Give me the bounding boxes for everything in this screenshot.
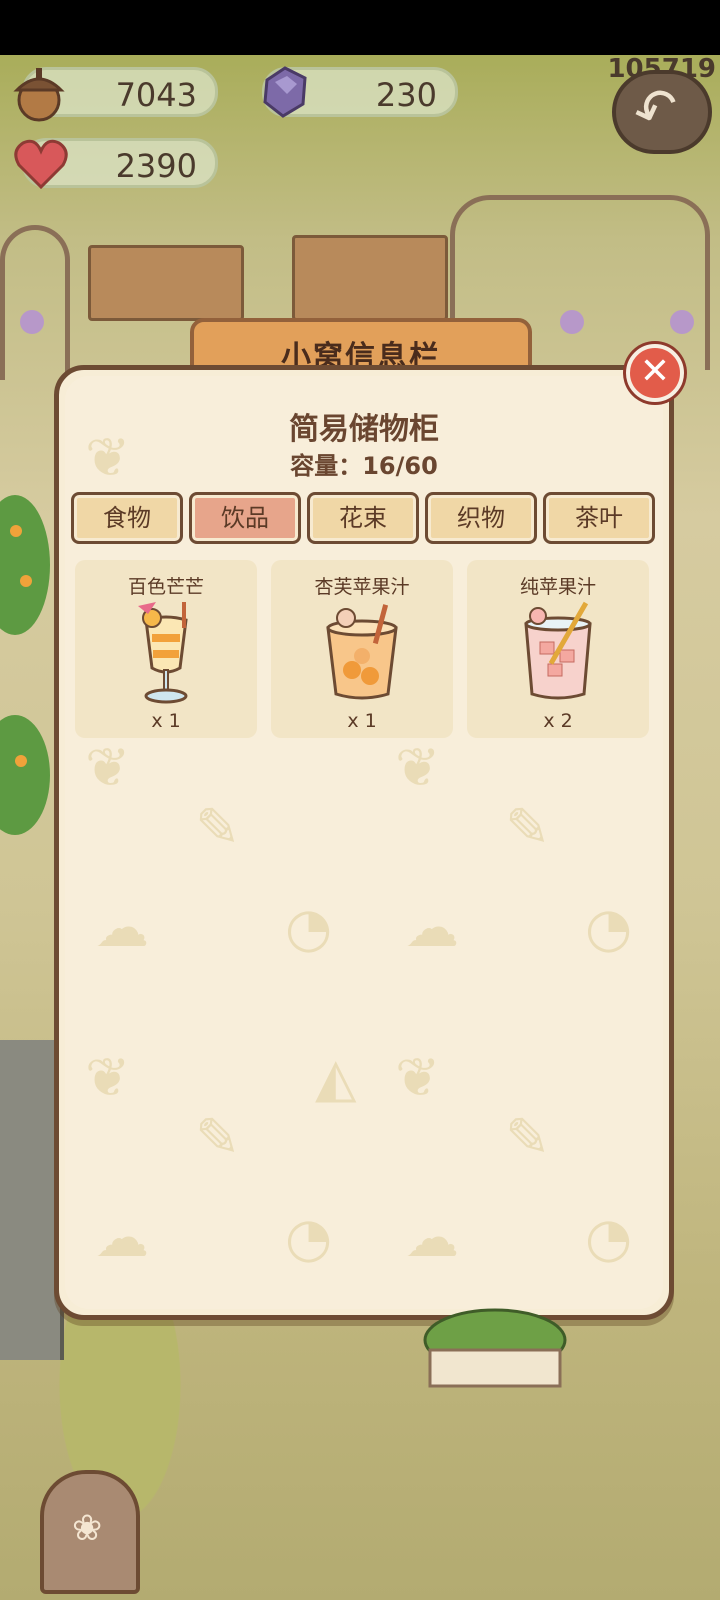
flower bbox=[670, 310, 694, 334]
item-name: 杏芙苹果汁 bbox=[314, 576, 410, 598]
apricot-apple-juice-icon bbox=[326, 604, 398, 700]
capacity-label: 容量：16/60 bbox=[290, 452, 438, 480]
orange-fruit bbox=[15, 755, 27, 767]
acorn-count: 7043 bbox=[115, 76, 197, 114]
tab-bouquets[interactable]: 花束 bbox=[307, 492, 419, 544]
mango-parfait-drink-icon bbox=[138, 602, 188, 704]
orange-fruit bbox=[10, 525, 22, 537]
gem-counter[interactable]: 230 bbox=[262, 66, 458, 118]
orange-tree bbox=[0, 715, 50, 835]
item-name: 百色芒芒 bbox=[127, 576, 204, 598]
leaf-icon: ❦ bbox=[395, 736, 441, 799]
acorn-icon bbox=[13, 68, 65, 122]
leaf-icon: ❦ bbox=[85, 736, 131, 799]
lemon-icon: ◔ bbox=[285, 1206, 333, 1269]
gem-icon bbox=[263, 66, 307, 118]
pure-apple-juice-icon bbox=[524, 601, 592, 700]
heart-counter[interactable]: 2390 bbox=[14, 138, 218, 190]
tab-label: 食物 bbox=[103, 504, 151, 532]
flower bbox=[20, 310, 44, 334]
heart-icon bbox=[14, 139, 68, 190]
cloud-icon: ☁ bbox=[95, 1206, 149, 1269]
leaf-icon: ❦ bbox=[85, 1046, 131, 1109]
cloud-icon: ☁ bbox=[405, 896, 459, 959]
orange-tree bbox=[0, 495, 50, 635]
tab-tea[interactable]: 茶叶 bbox=[543, 492, 655, 544]
acorn-counter[interactable]: 7043 bbox=[13, 67, 218, 122]
flower bbox=[560, 310, 584, 334]
lemon-icon: ◔ bbox=[585, 896, 633, 959]
item-quantity: x 1 bbox=[151, 710, 181, 732]
panel-inner: ❦ ❦ ❦ ✎ ✎ ☁ ◔ ☁ ◔ ❦ ◭ ❦ ✎ ✎ ☁ ◔ ☁ ◔ 简易储物… bbox=[65, 376, 663, 1309]
tab-label: 茶叶 bbox=[575, 504, 623, 532]
tab-drinks[interactable]: 饮品 bbox=[189, 492, 301, 544]
storage-panel: ❦ ❦ ❦ ✎ ✎ ☁ ◔ ☁ ◔ ❦ ◭ ❦ ✎ ✎ ☁ ◔ ☁ ◔ 简易储物… bbox=[54, 365, 674, 1320]
item-card[interactable]: 纯苹果汁 x 2 bbox=[467, 560, 649, 738]
carrot-icon: ✎ bbox=[505, 1106, 551, 1169]
tab-fabrics[interactable]: 织物 bbox=[425, 492, 537, 544]
status-bar bbox=[0, 0, 720, 55]
return-arrow-icon: ↶ bbox=[624, 72, 689, 147]
lemon-icon: ◔ bbox=[285, 896, 333, 959]
gem-count: 230 bbox=[375, 76, 437, 114]
back-button[interactable]: ↶ bbox=[612, 70, 712, 154]
item-quantity: x 2 bbox=[543, 710, 573, 732]
tab-label: 织物 bbox=[457, 504, 505, 532]
heart-count: 2390 bbox=[115, 147, 197, 185]
panel-title: 简易储物柜 bbox=[289, 412, 439, 447]
close-button[interactable]: ✕ bbox=[626, 344, 684, 402]
paw-icon: ❀ bbox=[72, 1508, 103, 1549]
tab-label: 花束 bbox=[339, 504, 387, 532]
carrot-icon: ✎ bbox=[195, 1106, 241, 1169]
item-card[interactable]: 百色芒芒 x 1 bbox=[75, 560, 257, 738]
fence-post bbox=[292, 235, 448, 321]
close-icon: ✕ bbox=[639, 351, 671, 392]
orange-fruit bbox=[20, 575, 32, 587]
carrot-icon: ✎ bbox=[505, 796, 551, 859]
tab-food[interactable]: 食物 bbox=[71, 492, 183, 544]
carrot-icon: ✎ bbox=[195, 796, 241, 859]
home-door-button[interactable]: ❀ bbox=[40, 1470, 140, 1594]
fence-post bbox=[88, 245, 244, 321]
leaf-icon: ❦ bbox=[395, 1046, 441, 1109]
cloud-icon: ☁ bbox=[405, 1206, 459, 1269]
cloud-icon: ☁ bbox=[95, 896, 149, 959]
planter-bush bbox=[423, 1308, 567, 1388]
tab-label: 饮品 bbox=[221, 504, 269, 532]
left-gate bbox=[0, 225, 70, 380]
lemon-icon: ◔ bbox=[585, 1206, 633, 1269]
item-card[interactable]: 杏芙苹果汁 x 1 bbox=[271, 560, 453, 738]
item-name: 纯苹果汁 bbox=[519, 576, 596, 598]
item-quantity: x 1 bbox=[347, 710, 377, 732]
watermelon-icon: ◭ bbox=[315, 1046, 357, 1109]
